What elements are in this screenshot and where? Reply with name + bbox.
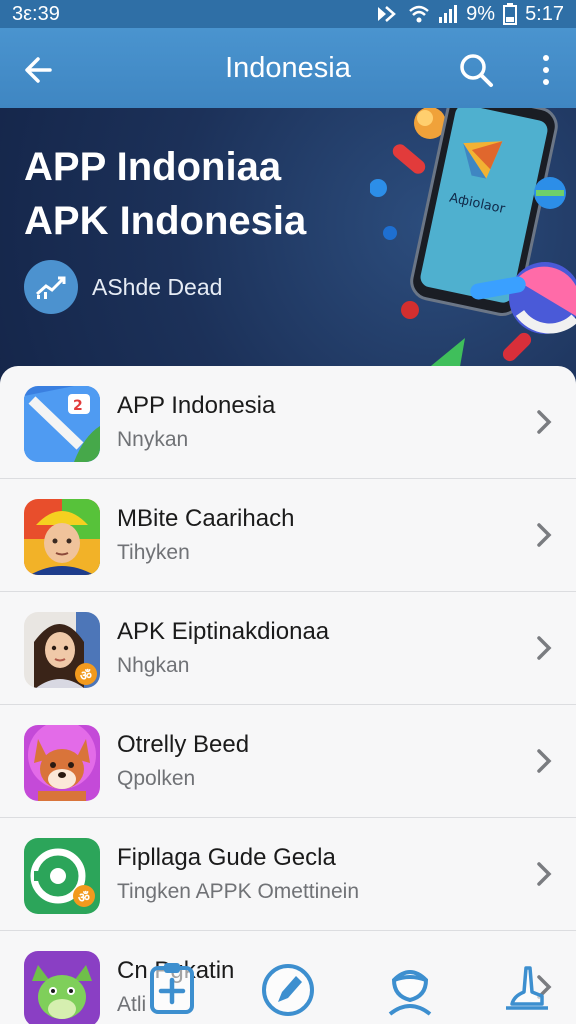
app-subtitle: Nhgkan [117, 654, 190, 677]
bottom-nav [0, 950, 576, 1024]
list-item[interactable]: 2 APP Indonesia Nnykan [0, 366, 576, 479]
chevron-right-icon [537, 523, 552, 547]
app-subtitle: Qpolken [117, 767, 196, 790]
app-bar: Indonesia [0, 28, 576, 108]
app-list-card: 2 APP Indonesia Nnykan MBite Caarihach T… [0, 366, 576, 1024]
battery-icon [503, 3, 518, 25]
svg-text:2: 2 [73, 398, 83, 414]
avatar-boy-app-icon [24, 499, 100, 575]
fox-app-icon [24, 725, 100, 801]
maps-app-icon: 2 [24, 386, 100, 462]
hand-icon[interactable] [498, 958, 558, 1018]
chevron-right-icon [537, 862, 552, 886]
list-item[interactable]: MBite Caarihach Tihyken [0, 479, 576, 592]
app-subtitle: Tihyken [117, 541, 190, 564]
svg-text:ॐ: ॐ [80, 668, 92, 684]
app-name: Otrelly Beed [117, 731, 250, 758]
list-item[interactable]: Otrelly Beed Qpolken [0, 705, 576, 818]
list-item[interactable]: ॐ APK Eiptinakdionaa Nhgkan [0, 592, 576, 705]
wifi-icon [409, 5, 429, 23]
app-name: Fipllaga Gude Gecla [117, 844, 336, 871]
screen: 3ε:39 9% 5:17 Indonesia APP Indoniaa APK… [0, 0, 576, 1024]
search-icon[interactable] [456, 50, 496, 90]
promo-banner[interactable]: APP Indoniaa APK Indonesia AShde Dead Aф… [0, 108, 576, 398]
app-subtitle: Tingken APPK Omettinein [117, 880, 360, 903]
target-app-icon: ॐ [24, 838, 100, 914]
edit-icon[interactable] [258, 958, 318, 1018]
add-icon[interactable] [142, 958, 202, 1018]
banner-title: APP Indoniaa APK Indonesia [24, 140, 306, 248]
banner-subtitle-row: AShde Dead [24, 260, 222, 314]
phone-illustration: Aфiolaor [370, 108, 576, 378]
status-time-left: 3ε:39 [12, 2, 60, 25]
chart-badge-icon [24, 260, 78, 314]
status-icons: 9% 5:17 [376, 3, 564, 26]
list-item[interactable]: ॐ Fipllaga Gude Gecla Tingken APPK Omett… [0, 818, 576, 931]
chevron-right-icon [537, 636, 552, 660]
avatar-girl-app-icon: ॐ [24, 612, 100, 688]
profile-icon[interactable] [380, 958, 440, 1018]
battery-percent: 9% [466, 2, 496, 25]
app-subtitle: Nnykan [117, 428, 189, 451]
chevron-right-icon [537, 410, 552, 434]
signal-icon [439, 5, 458, 23]
app-name: APK Eiptinakdionaa [117, 618, 330, 645]
status-time-right: 5:17 [525, 2, 564, 25]
banner-title-line1: APP Indoniaa [24, 145, 282, 189]
app-name: APP Indonesia [117, 392, 276, 419]
app-name: MBite Caarihach [117, 505, 295, 532]
banner-subtitle: AShde Dead [92, 273, 223, 300]
svg-text:ॐ: ॐ [78, 890, 90, 906]
chevron-right-icon [537, 749, 552, 773]
more-vert-icon[interactable] [532, 52, 560, 88]
nfc-icon [378, 6, 397, 22]
banner-title-line2: APK Indonesia [24, 199, 307, 243]
status-bar: 3ε:39 9% 5:17 [0, 0, 576, 28]
